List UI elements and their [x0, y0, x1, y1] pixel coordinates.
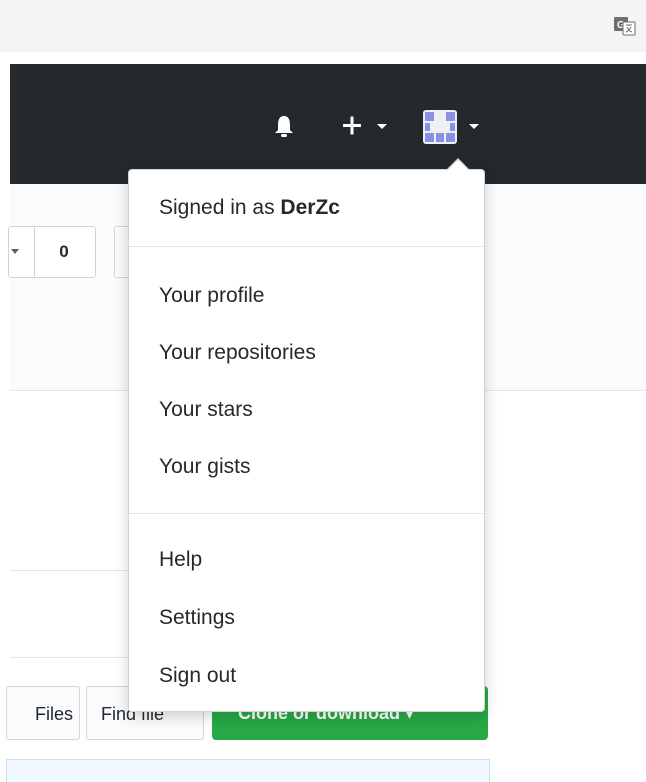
menu-item-sign-out[interactable]: Sign out [129, 652, 484, 700]
plus-icon [340, 112, 368, 140]
signed-in-prefix: Signed in as [159, 196, 281, 219]
menu-item-your-profile[interactable]: Your profile [129, 272, 484, 320]
translate-icon[interactable]: G [614, 16, 636, 36]
user-menu-button[interactable] [423, 110, 493, 144]
chevron-down-icon [11, 249, 19, 254]
divider [10, 570, 140, 571]
chevron-down-icon [469, 124, 479, 129]
menu-item-your-stars[interactable]: Your stars [129, 386, 484, 434]
create-new-button[interactable] [340, 112, 400, 140]
upload-files-button[interactable]: Files [6, 686, 80, 740]
menu-item-help[interactable]: Help [129, 536, 484, 584]
menu-item-your-gists[interactable]: Your gists [129, 443, 484, 491]
user-dropdown-menu: Signed in as DerZc Your profile Your rep… [128, 158, 485, 712]
menu-item-your-repositories[interactable]: Your repositories [129, 329, 484, 377]
counter-value[interactable]: 0 [35, 227, 93, 277]
menu-item-settings[interactable]: Settings [129, 594, 484, 642]
chevron-down-icon [377, 124, 387, 129]
divider [10, 657, 140, 658]
avatar [423, 110, 457, 144]
page-gap [0, 52, 646, 64]
browser-toolbar: G [0, 0, 646, 52]
dropdown-caret-fill [447, 160, 469, 171]
username: DerZc [280, 196, 340, 219]
site-header [10, 64, 646, 184]
fork-counter[interactable]: 0 [8, 226, 96, 278]
menu-divider [129, 246, 484, 247]
signed-in-label: Signed in as DerZc [159, 196, 340, 220]
bell-icon[interactable] [274, 112, 294, 140]
menu-divider [129, 513, 484, 514]
info-banner [6, 759, 490, 782]
